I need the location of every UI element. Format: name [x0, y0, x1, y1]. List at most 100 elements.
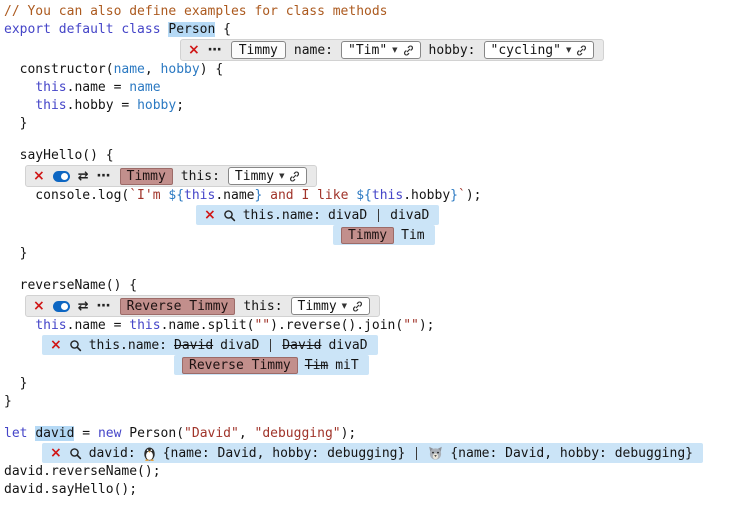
text-token: = [74, 426, 97, 441]
code-line-close: } [4, 375, 749, 393]
code-line-call-reverse: david.reverseName(); [4, 463, 749, 481]
reversename-widget-row: × ⇄ ⋯ Reverse Timmy this: Timmy ▼ [25, 295, 749, 317]
this-label: this: [243, 299, 282, 314]
close-icon[interactable]: × [188, 43, 200, 57]
close-icon[interactable]: × [33, 169, 45, 183]
toggle-knob [61, 303, 68, 310]
text-token: .name [215, 188, 254, 203]
text-token: ); [341, 426, 357, 441]
sayhello-probe-result-row: Timmy Tim [333, 225, 749, 245]
close-icon[interactable]: × [50, 446, 62, 460]
this-value: Timmy [235, 169, 274, 184]
code-line-comment: // You can also define examples for clas… [4, 3, 749, 21]
example-tag[interactable]: Reverse Timmy [120, 298, 236, 315]
text-token: sayHello() { [4, 148, 114, 163]
string-token: "" [254, 318, 270, 333]
code-line-assign-name: this.name = name [4, 79, 749, 97]
this-label: this: [181, 169, 220, 184]
more-icon[interactable]: ⋯ [97, 299, 112, 313]
text-token: .hobby [403, 188, 450, 203]
hobby-value-dropdown[interactable]: "cycling" ▼ [484, 41, 595, 59]
text-token: .hobby = [67, 98, 137, 113]
text-token: .name.split( [161, 318, 255, 333]
class-name-highlight: Person [168, 22, 215, 37]
swap-icon[interactable]: ⇄ [78, 170, 89, 183]
magnifier-icon[interactable] [69, 447, 82, 460]
magnifier-icon[interactable] [69, 339, 82, 352]
toggle-on-icon[interactable] [53, 301, 70, 312]
link-icon[interactable] [576, 45, 587, 56]
sayhello-probe-row: × this.name: divaD divaD [196, 205, 749, 225]
penguin-icon [143, 446, 156, 461]
probe-value: divaD [328, 338, 367, 353]
text-token [4, 98, 35, 113]
reversename-probe-result-row: Reverse Timmy Tim miT [174, 355, 749, 375]
keyword-token: new [98, 426, 121, 441]
chevron-down-icon: ▼ [342, 302, 347, 310]
link-icon[interactable] [289, 171, 300, 182]
close-icon[interactable]: × [204, 208, 216, 222]
param-token: name [129, 80, 160, 95]
chevron-down-icon: ▼ [566, 46, 571, 54]
more-icon[interactable]: ⋯ [97, 169, 112, 183]
reversename-probe-result: Reverse Timmy Tim miT [174, 355, 369, 375]
probe-value: divaD [390, 208, 429, 223]
text-token: constructor( [4, 62, 114, 77]
text-token: { [215, 22, 231, 37]
hobby-value: "cycling" [491, 43, 561, 58]
var-highlight: david [35, 426, 74, 441]
swap-icon[interactable]: ⇄ [78, 300, 89, 313]
text-token: console.log( [4, 188, 129, 203]
code-line-constructor: constructor(name, hobby) { [4, 61, 749, 79]
sayhello-probe-result: Timmy Tim [333, 225, 435, 245]
toggle-knob [61, 173, 68, 180]
keyword-token: this [184, 188, 215, 203]
code-line-console: console.log(`I'm ${this.name} and I like… [4, 187, 749, 205]
probe-value: divaD [328, 208, 367, 223]
string-token: "debugging" [255, 426, 341, 441]
close-icon[interactable]: × [33, 299, 45, 313]
this-value-dropdown[interactable]: Timmy ▼ [228, 167, 308, 185]
text-token: } [4, 116, 27, 131]
text-token: david.reverseName(); [4, 464, 161, 479]
name-value-dropdown[interactable]: "Tim" ▼ [341, 41, 421, 59]
keyword-token: export default class [4, 22, 168, 37]
keyword-token: this [372, 188, 403, 203]
code-line-close: } [4, 245, 749, 263]
string-token: ` [458, 188, 466, 203]
magnifier-icon[interactable] [223, 209, 236, 222]
blank-line [4, 133, 749, 147]
hobby-label: hobby: [429, 43, 476, 58]
code-line-reverse-body: this.name = this.name.split("").reverse(… [4, 317, 749, 335]
example-tag[interactable]: Timmy [341, 227, 394, 244]
blank-line [4, 411, 749, 425]
keyword-token: let [4, 426, 35, 441]
link-icon[interactable] [403, 45, 414, 56]
link-icon[interactable] [352, 301, 363, 312]
probe-label: david: [89, 446, 136, 461]
example-name-button[interactable]: Timmy [231, 41, 286, 59]
this-value: Timmy [298, 299, 337, 314]
keyword-token: this [129, 318, 160, 333]
probe-old-value: David [174, 338, 213, 353]
text-token: ; [176, 98, 184, 113]
chevron-down-icon: ▼ [279, 172, 284, 180]
probe-result: Tim [401, 228, 424, 243]
probe-old-value: David [282, 338, 321, 353]
probe-label: this.name: [243, 208, 321, 223]
example-tag[interactable]: Timmy [120, 168, 173, 185]
this-value-dropdown[interactable]: Timmy ▼ [291, 297, 371, 315]
more-icon[interactable]: ⋯ [208, 43, 223, 57]
text-token: ) { [200, 62, 223, 77]
value-separator [378, 209, 379, 222]
chevron-down-icon: ▼ [392, 46, 397, 54]
text-token: .name = [67, 80, 130, 95]
code-line-class-decl: export default class Person { [4, 21, 749, 39]
close-icon[interactable]: × [50, 338, 62, 352]
keyword-token: this [35, 98, 66, 113]
toggle-on-icon[interactable] [53, 171, 70, 182]
text-token: } [4, 376, 27, 391]
text-token: ).reverse().join( [270, 318, 403, 333]
example-tag[interactable]: Reverse Timmy [182, 357, 298, 374]
text-token: david.sayHello(); [4, 482, 137, 497]
